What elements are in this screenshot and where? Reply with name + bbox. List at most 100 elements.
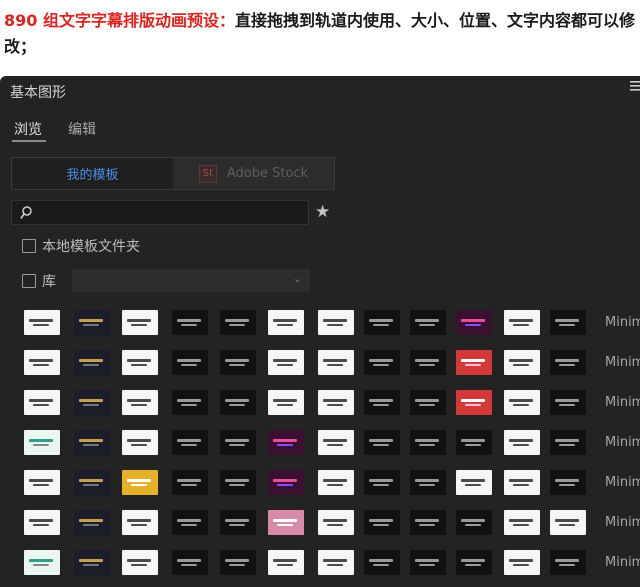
template-thumbnail[interactable]	[318, 510, 354, 535]
thumbnail-subtitle-bar	[465, 404, 481, 406]
template-thumbnail[interactable]	[318, 550, 354, 575]
template-thumbnail[interactable]	[318, 430, 354, 455]
library-checkbox[interactable]	[22, 274, 36, 288]
template-thumbnail[interactable]	[364, 510, 400, 535]
template-thumbnail[interactable]	[504, 350, 540, 375]
template-thumbnail[interactable]	[364, 350, 400, 375]
template-thumbnail[interactable]	[504, 310, 540, 335]
template-thumbnail[interactable]	[410, 510, 446, 535]
template-thumbnail[interactable]	[24, 550, 60, 575]
template-thumbnail[interactable]	[318, 350, 354, 375]
template-thumbnail[interactable]	[122, 510, 158, 535]
template-thumbnail[interactable]	[74, 550, 110, 575]
template-thumbnail[interactable]	[364, 390, 400, 415]
template-thumbnail[interactable]	[24, 430, 60, 455]
my-templates-button[interactable]: 我的模板	[12, 158, 173, 189]
template-thumbnail[interactable]	[24, 350, 60, 375]
star-icon[interactable]: ★	[315, 202, 330, 222]
template-thumbnail[interactable]	[74, 350, 110, 375]
template-thumbnail[interactable]	[504, 510, 540, 535]
template-thumbnail[interactable]	[456, 390, 492, 415]
template-thumbnail[interactable]	[122, 390, 158, 415]
template-thumbnail[interactable]	[122, 550, 158, 575]
template-thumbnail[interactable]	[74, 310, 110, 335]
template-thumbnail[interactable]	[268, 390, 304, 415]
thumbnail-title-bar	[555, 559, 579, 562]
template-thumbnail[interactable]	[318, 470, 354, 495]
template-thumbnail[interactable]	[504, 550, 540, 575]
template-thumbnail[interactable]	[268, 310, 304, 335]
template-thumbnail[interactable]	[550, 430, 586, 455]
template-thumbnail[interactable]	[172, 470, 208, 495]
template-thumbnail[interactable]	[550, 470, 586, 495]
library-option[interactable]: 库	[22, 271, 56, 291]
template-thumbnail[interactable]	[268, 510, 304, 535]
template-thumbnail[interactable]	[122, 310, 158, 335]
tab-edit[interactable]: 编辑	[68, 119, 96, 139]
adobe-stock-button[interactable]: St Adobe Stock	[173, 158, 334, 189]
template-thumbnail[interactable]	[268, 350, 304, 375]
template-thumbnail[interactable]	[24, 470, 60, 495]
template-thumbnail[interactable]	[172, 550, 208, 575]
template-thumbnail[interactable]	[172, 430, 208, 455]
thumbnail-subtitle-bar	[465, 364, 481, 366]
template-thumbnail[interactable]	[74, 470, 110, 495]
template-thumbnail[interactable]	[220, 550, 256, 575]
local-templates-option[interactable]: 本地模板文件夹	[22, 236, 140, 256]
template-thumbnail[interactable]	[456, 470, 492, 495]
template-thumbnail[interactable]	[410, 390, 446, 415]
tab-browse[interactable]: 浏览	[14, 119, 42, 139]
template-thumbnail[interactable]	[24, 390, 60, 415]
template-thumbnail[interactable]	[410, 310, 446, 335]
template-thumbnail[interactable]	[318, 390, 354, 415]
template-thumbnail[interactable]	[220, 470, 256, 495]
template-thumbnail[interactable]	[122, 350, 158, 375]
template-thumbnail[interactable]	[364, 430, 400, 455]
template-thumbnail[interactable]	[74, 430, 110, 455]
template-thumbnail[interactable]	[172, 310, 208, 335]
template-thumbnail[interactable]	[364, 470, 400, 495]
template-thumbnail[interactable]	[410, 550, 446, 575]
template-thumbnail[interactable]	[550, 350, 586, 375]
template-thumbnail[interactable]	[504, 390, 540, 415]
template-thumbnail[interactable]	[220, 430, 256, 455]
template-thumbnail[interactable]	[456, 550, 492, 575]
template-thumbnail[interactable]	[24, 510, 60, 535]
template-thumbnail[interactable]	[220, 310, 256, 335]
template-thumbnail[interactable]	[74, 510, 110, 535]
template-thumbnail[interactable]	[220, 350, 256, 375]
template-thumbnail[interactable]	[74, 390, 110, 415]
template-thumbnail[interactable]	[456, 430, 492, 455]
template-thumbnail[interactable]	[456, 510, 492, 535]
template-thumbnail[interactable]	[122, 470, 158, 495]
template-thumbnail[interactable]	[410, 470, 446, 495]
template-thumbnail[interactable]	[220, 510, 256, 535]
local-templates-checkbox[interactable]	[22, 239, 36, 253]
template-thumbnail[interactable]	[172, 390, 208, 415]
template-thumbnail[interactable]	[456, 310, 492, 335]
template-thumbnail[interactable]	[550, 310, 586, 335]
template-thumbnail[interactable]	[456, 350, 492, 375]
template-thumbnail[interactable]	[122, 430, 158, 455]
template-thumbnail[interactable]	[172, 350, 208, 375]
template-thumbnail[interactable]	[172, 510, 208, 535]
template-thumbnail[interactable]	[410, 430, 446, 455]
template-thumbnail[interactable]	[504, 430, 540, 455]
template-thumbnail[interactable]	[550, 550, 586, 575]
template-thumbnail[interactable]	[550, 390, 586, 415]
library-select[interactable]: ⌄	[72, 269, 310, 292]
template-thumbnail[interactable]	[268, 430, 304, 455]
thumbnail-title-bar	[177, 439, 201, 442]
search-input[interactable]	[11, 200, 309, 225]
hamburger-icon[interactable]	[630, 80, 640, 96]
template-thumbnail[interactable]	[318, 310, 354, 335]
template-thumbnail[interactable]	[364, 310, 400, 335]
template-thumbnail[interactable]	[410, 350, 446, 375]
template-thumbnail[interactable]	[550, 510, 586, 535]
template-thumbnail[interactable]	[268, 550, 304, 575]
template-thumbnail[interactable]	[364, 550, 400, 575]
template-thumbnail[interactable]	[504, 470, 540, 495]
template-thumbnail[interactable]	[268, 470, 304, 495]
template-thumbnail[interactable]	[220, 390, 256, 415]
template-thumbnail[interactable]	[24, 310, 60, 335]
